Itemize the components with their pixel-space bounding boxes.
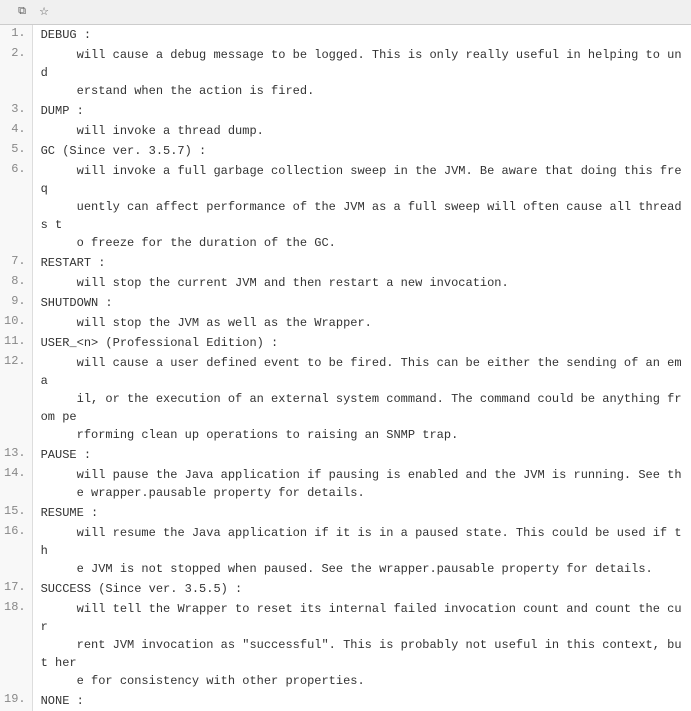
line-number: 4. (0, 121, 32, 141)
table-row: 17.SUCCESS (Since ver. 3.5.5) : (0, 579, 691, 599)
line-content: RESTART : (32, 253, 691, 273)
table-row: 4. will invoke a thread dump. (0, 121, 691, 141)
line-number: 8. (0, 273, 32, 293)
line-content: will invoke a thread dump. (32, 121, 691, 141)
table-row: 1.DEBUG : (0, 25, 691, 45)
line-content: DEBUG : (32, 25, 691, 45)
table-row: 13.PAUSE : (0, 445, 691, 465)
star-icon[interactable]: ☆ (36, 4, 52, 20)
line-content: USER_<n> (Professional Edition) : (32, 333, 691, 353)
line-content: SUCCESS (Since ver. 3.5.5) : (32, 579, 691, 599)
line-number: 12. (0, 353, 32, 445)
line-content: RESUME : (32, 503, 691, 523)
line-number: 1. (0, 25, 32, 45)
line-number: 11. (0, 333, 32, 353)
title-bar: ⧉ ☆ (0, 0, 691, 25)
line-number: 9. (0, 293, 32, 313)
line-number: 6. (0, 161, 32, 253)
line-content: DUMP : (32, 101, 691, 121)
table-row: 16. will resume the Java application if … (0, 523, 691, 579)
table-row: 12. will cause a user defined event to b… (0, 353, 691, 445)
line-content: will invoke a full garbage collection sw… (32, 161, 691, 253)
line-content: will cause a debug message to be logged.… (32, 45, 691, 101)
line-content: will resume the Java application if it i… (32, 523, 691, 579)
line-number: 17. (0, 579, 32, 599)
line-content: SHUTDOWN : (32, 293, 691, 313)
line-number: 7. (0, 253, 32, 273)
table-row: 14. will pause the Java application if p… (0, 465, 691, 503)
line-number: 18. (0, 599, 32, 691)
table-row: 11.USER_<n> (Professional Edition) : (0, 333, 691, 353)
table-row: 2. will cause a debug message to be logg… (0, 45, 691, 101)
line-number: 3. (0, 101, 32, 121)
table-row: 6. will invoke a full garbage collection… (0, 161, 691, 253)
line-content: will tell the Wrapper to reset its inter… (32, 599, 691, 691)
code-container: 1.DEBUG :2. will cause a debug message t… (0, 25, 691, 711)
line-content: will stop the current JVM and then resta… (32, 273, 691, 293)
line-number: 2. (0, 45, 32, 101)
line-content: will cause a user defined event to be fi… (32, 353, 691, 445)
table-row: 8. will stop the current JVM and then re… (0, 273, 691, 293)
line-content: PAUSE : (32, 445, 691, 465)
line-number: 15. (0, 503, 32, 523)
line-number: 16. (0, 523, 32, 579)
table-row: 3.DUMP : (0, 101, 691, 121)
copy-icon[interactable]: ⧉ (14, 4, 30, 20)
line-number: 19. (0, 691, 32, 711)
line-content: NONE : (32, 691, 691, 711)
table-row: 10. will stop the JVM as well as the Wra… (0, 313, 691, 333)
table-row: 15.RESUME : (0, 503, 691, 523)
table-row: 9.SHUTDOWN : (0, 293, 691, 313)
table-row: 18. will tell the Wrapper to reset its i… (0, 599, 691, 691)
line-content: will pause the Java application if pausi… (32, 465, 691, 503)
table-row: 19.NONE : (0, 691, 691, 711)
line-number: 10. (0, 313, 32, 333)
table-row: 5.GC (Since ver. 3.5.7) : (0, 141, 691, 161)
line-number: 13. (0, 445, 32, 465)
line-number: 14. (0, 465, 32, 503)
line-number: 5. (0, 141, 32, 161)
line-content: GC (Since ver. 3.5.7) : (32, 141, 691, 161)
table-row: 7.RESTART : (0, 253, 691, 273)
code-table: 1.DEBUG :2. will cause a debug message t… (0, 25, 691, 711)
line-content: will stop the JVM as well as the Wrapper… (32, 313, 691, 333)
